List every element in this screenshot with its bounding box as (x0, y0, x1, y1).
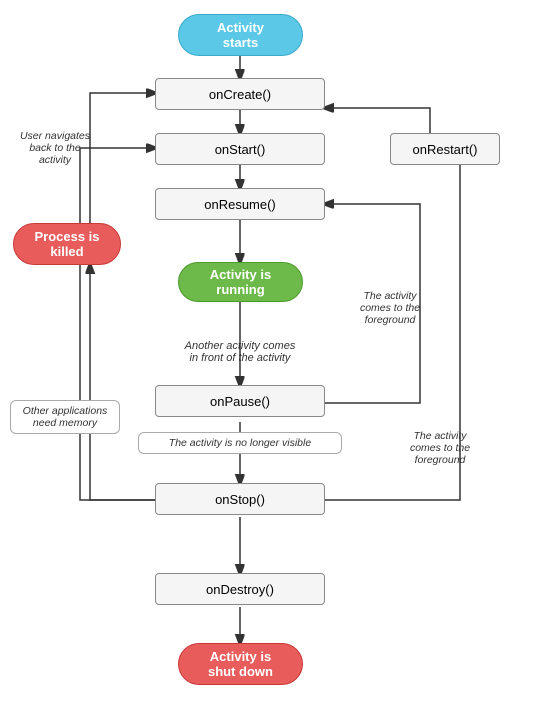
process-killed-label: Process iskilled (34, 229, 99, 259)
activity-shutdown-node: Activity isshut down (178, 643, 303, 685)
on-restart-node: onRestart() (390, 133, 500, 165)
activity-foreground-bottom-label: The activitycomes to theforeground (390, 430, 490, 466)
other-apps-memory-label: Other applicationsneed memory (10, 400, 120, 434)
on-create-node: onCreate() (155, 78, 325, 110)
on-start-node: onStart() (155, 133, 325, 165)
activity-lifecycle-diagram: Activitystarts onCreate() onStart() onRe… (0, 0, 545, 711)
activity-running-label: Activity isrunning (210, 267, 271, 297)
on-start-label: onStart() (215, 142, 266, 157)
process-killed-node: Process iskilled (13, 223, 121, 265)
activity-starts-label: Activitystarts (217, 20, 264, 50)
no-longer-visible-label: The activity is no longer visible (138, 432, 342, 454)
activity-starts-node: Activitystarts (178, 14, 303, 56)
on-stop-node: onStop() (155, 483, 325, 515)
on-pause-label: onPause() (210, 394, 270, 409)
on-stop-label: onStop() (215, 492, 265, 507)
activity-foreground-top-label: The activitycomes to theforeground (340, 290, 440, 326)
on-pause-node: onPause() (155, 385, 325, 417)
on-resume-label: onResume() (204, 197, 276, 212)
activity-running-node: Activity isrunning (178, 262, 303, 302)
on-create-label: onCreate() (209, 87, 271, 102)
on-resume-node: onResume() (155, 188, 325, 220)
on-destroy-label: onDestroy() (206, 582, 274, 597)
on-restart-label: onRestart() (412, 142, 477, 157)
another-activity-label: Another activity comesin front of the ac… (155, 340, 325, 364)
on-destroy-node: onDestroy() (155, 573, 325, 605)
activity-shutdown-label: Activity isshut down (208, 649, 273, 679)
user-navigates-label: User navigatesback to theactivity (10, 130, 100, 166)
